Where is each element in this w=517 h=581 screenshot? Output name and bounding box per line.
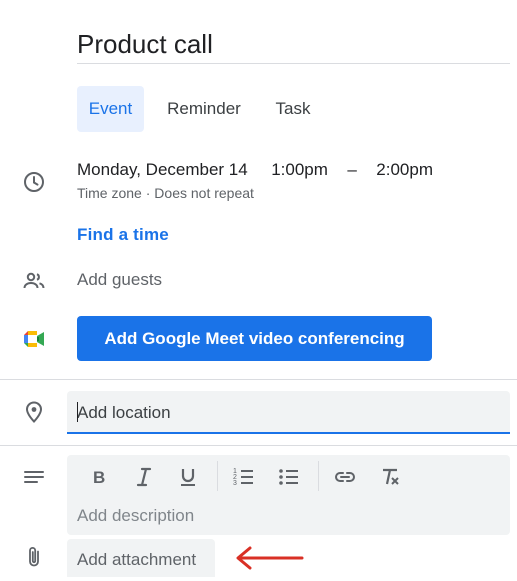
description-placeholder: Add description — [77, 506, 195, 525]
svg-text:3: 3 — [233, 480, 237, 487]
link-icon[interactable] — [331, 463, 359, 491]
bulleted-list-icon[interactable] — [275, 463, 303, 491]
red-arrow-icon — [234, 544, 304, 572]
repeat-dropdown[interactable]: Does not repeat — [154, 185, 254, 201]
people-icon — [22, 269, 46, 293]
notes-icon — [22, 466, 46, 490]
tab-event[interactable]: Event — [77, 86, 144, 132]
toolbar-separator — [318, 461, 319, 491]
google-meet-icon — [22, 327, 46, 351]
add-location-input[interactable]: Add location — [67, 391, 510, 434]
add-guests-input[interactable]: Add guests — [77, 270, 162, 290]
date-value[interactable]: Monday, December 14 — [77, 160, 248, 180]
location-pin-icon — [22, 400, 46, 424]
location-placeholder: Add location — [77, 403, 171, 422]
date-time-row[interactable]: Monday, December 14 1:00pm – 2:00pm — [77, 160, 433, 180]
toolbar-separator — [217, 461, 218, 491]
section-divider — [0, 379, 517, 380]
separator-dot: · — [145, 185, 151, 201]
timezone-link[interactable]: Time zone — [77, 185, 142, 201]
clear-formatting-icon[interactable] — [376, 463, 404, 491]
bold-icon[interactable]: B — [85, 463, 113, 491]
paperclip-icon — [22, 545, 46, 569]
find-a-time-link[interactable]: Find a time — [77, 225, 169, 245]
add-attachment-button[interactable]: Add attachment — [67, 539, 215, 577]
svg-text:B: B — [93, 468, 105, 487]
numbered-list-icon[interactable]: 123 — [230, 463, 258, 491]
end-time-value[interactable]: 2:00pm — [376, 160, 433, 180]
clock-icon — [22, 170, 46, 194]
tab-task[interactable]: Task — [266, 86, 320, 132]
tab-reminder[interactable]: Reminder — [156, 86, 252, 132]
text-cursor — [77, 402, 78, 422]
section-divider — [0, 445, 517, 446]
time-separator: – — [347, 160, 357, 179]
event-title-input[interactable]: Product call — [77, 24, 510, 64]
timezone-repeat-line: Time zone · Does not repeat — [77, 185, 254, 201]
start-time-value[interactable]: 1:00pm — [271, 160, 328, 180]
italic-icon[interactable] — [130, 463, 158, 491]
add-google-meet-button[interactable]: Add Google Meet video conferencing — [77, 316, 432, 361]
formatting-toolbar: B 123 — [67, 455, 510, 499]
underline-icon[interactable] — [174, 463, 202, 491]
